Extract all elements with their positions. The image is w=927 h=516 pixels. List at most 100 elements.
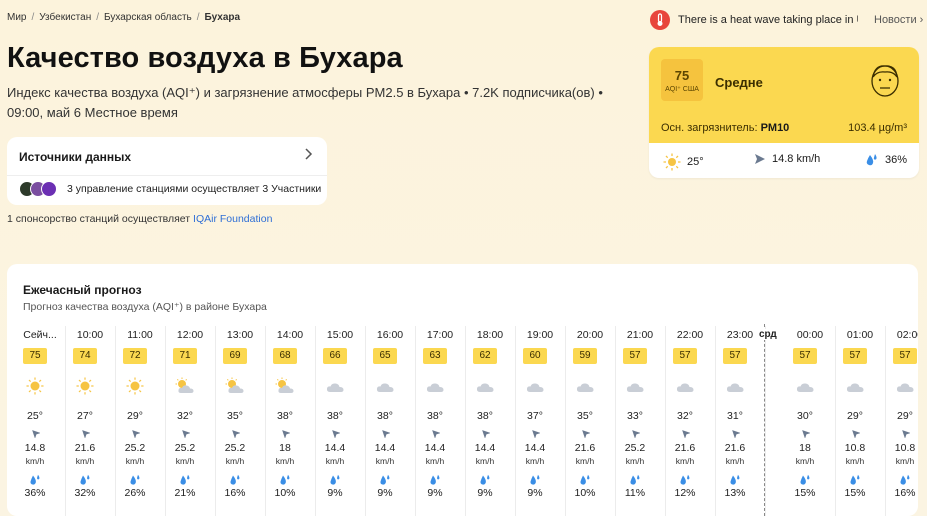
hour-wind-unit: km/h bbox=[175, 456, 195, 466]
thermometer-icon bbox=[650, 10, 670, 30]
hour-wind-unit: km/h bbox=[575, 456, 595, 466]
hour-wind-speed: 18 bbox=[279, 442, 291, 454]
hour-time: 17:00 bbox=[426, 329, 454, 341]
hour-wind-speed: 14.4 bbox=[474, 442, 496, 454]
humidity-icon bbox=[429, 474, 441, 486]
hour-column: 13:00 69 35° 25.2 km/h 16% bbox=[215, 324, 266, 516]
humidity-icon bbox=[529, 474, 541, 486]
wind-direction-icon bbox=[480, 428, 491, 439]
cloud-icon bbox=[474, 377, 496, 395]
aqi-badge: 75 AQI⁺ США bbox=[661, 59, 703, 101]
hour-wind-speed: 10.8 bbox=[894, 442, 916, 454]
hour-aqi-badge: 69 bbox=[223, 348, 247, 364]
hour-wind-unit: km/h bbox=[325, 456, 345, 466]
breadcrumb-item-country[interactable]: Узбекистан bbox=[39, 12, 91, 23]
hour-time: Сейч... bbox=[23, 329, 57, 341]
hour-wind-speed: 21.6 bbox=[574, 442, 596, 454]
hourly-forecast-list[interactable]: Сейч... 75 25° 14.8 km/h 36% 10:00 74 27° 21.6 km/… bbox=[7, 324, 918, 516]
hour-wind-speed: 21.6 bbox=[74, 442, 96, 454]
hour-wind-unit: km/h bbox=[525, 456, 545, 466]
hour-time: 00:00 bbox=[796, 329, 824, 341]
hour-wind-speed: 21.6 bbox=[674, 442, 696, 454]
hour-aqi-badge: 57 bbox=[893, 348, 917, 364]
hour-time: 16:00 bbox=[376, 329, 404, 341]
humidity-icon bbox=[479, 474, 491, 486]
humidity-icon bbox=[849, 474, 861, 486]
hour-wind-unit: km/h bbox=[895, 456, 915, 466]
hour-humidity: 16% bbox=[894, 487, 916, 499]
sponsor-link[interactable]: IQAir Foundation bbox=[193, 213, 272, 225]
hour-aqi-badge: 60 bbox=[523, 348, 547, 364]
cloud-icon bbox=[424, 377, 446, 395]
hour-wind-unit: km/h bbox=[725, 456, 745, 466]
hour-humidity: 26% bbox=[124, 487, 146, 499]
hour-humidity: 32% bbox=[74, 487, 96, 499]
aqi-status: Средне bbox=[715, 75, 763, 90]
hour-temperature: 38° bbox=[277, 410, 293, 422]
hour-wind-unit: km/h bbox=[675, 456, 695, 466]
cloud-icon bbox=[674, 377, 696, 395]
wind-value: 14.8 km/h bbox=[772, 153, 821, 165]
cloud-icon bbox=[894, 377, 916, 395]
data-sources-card[interactable]: Источники данных 3 управление станциями … bbox=[7, 137, 327, 205]
hour-wind-speed: 14.4 bbox=[374, 442, 396, 454]
current-wind: 14.8 km/h bbox=[754, 153, 820, 165]
hour-time: 01:00 bbox=[846, 329, 874, 341]
hour-wind-speed: 14.4 bbox=[424, 442, 446, 454]
current-temperature: 25° bbox=[663, 153, 704, 171]
humidity-icon bbox=[679, 474, 691, 486]
chevron-right-icon: › bbox=[919, 14, 924, 26]
cloud-icon bbox=[624, 377, 646, 395]
aqi-value: 75 bbox=[674, 68, 690, 83]
main-pollutant: Осн. загрязнитель: PM10 bbox=[661, 122, 789, 134]
hour-humidity: 9% bbox=[327, 487, 343, 499]
hour-aqi-badge: 59 bbox=[573, 348, 597, 364]
hour-aqi-badge: 57 bbox=[843, 348, 867, 364]
humidity-icon bbox=[799, 474, 811, 486]
day-divider bbox=[764, 324, 765, 516]
hour-temperature: 27° bbox=[77, 410, 93, 422]
hour-wind-speed: 25.2 bbox=[224, 442, 246, 454]
wind-direction-icon bbox=[900, 428, 911, 439]
hour-humidity: 10% bbox=[274, 487, 296, 499]
breadcrumb-item-region[interactable]: Бухарская область bbox=[104, 12, 192, 23]
hour-aqi-badge: 65 bbox=[373, 348, 397, 364]
hour-humidity: 16% bbox=[224, 487, 246, 499]
breadcrumb: Мир / Узбекистан / Бухарская область / Б… bbox=[7, 12, 240, 23]
current-weather: 25° 14.8 km/h 36% bbox=[649, 144, 919, 178]
wind-direction-icon bbox=[630, 428, 641, 439]
wind-direction-icon bbox=[30, 428, 41, 439]
breadcrumb-separator: / bbox=[196, 12, 200, 23]
hour-wind-speed: 25.2 bbox=[624, 442, 646, 454]
hour-wind-speed: 14.4 bbox=[324, 442, 346, 454]
pollutant-name: PM10 bbox=[760, 122, 790, 134]
humidity-icon bbox=[279, 474, 291, 486]
aqi-summary-card: 75 AQI⁺ США Средне Осн. загрязнитель: PM… bbox=[649, 47, 919, 178]
hour-wind-unit: km/h bbox=[795, 456, 815, 466]
hour-humidity: 9% bbox=[527, 487, 543, 499]
wind-direction-icon bbox=[430, 428, 441, 439]
news-label: Новости bbox=[874, 14, 917, 26]
hour-column: 10:00 74 27° 21.6 km/h 32% bbox=[65, 324, 116, 516]
cloud-icon bbox=[724, 377, 746, 395]
chevron-right-icon bbox=[303, 147, 313, 163]
divider bbox=[7, 175, 327, 176]
sun-icon bbox=[74, 377, 96, 395]
wind-direction-icon bbox=[380, 428, 391, 439]
humidity-icon bbox=[229, 474, 241, 486]
hour-wind-speed: 25.2 bbox=[124, 442, 146, 454]
wind-direction-icon bbox=[800, 428, 811, 439]
news-link[interactable]: Новости › bbox=[874, 14, 923, 26]
alert-banner[interactable]: There is a heat wave taking place in U..… bbox=[650, 10, 923, 30]
alert-text[interactable]: There is a heat wave taking place in U..… bbox=[678, 14, 858, 26]
humidity-icon bbox=[179, 474, 191, 486]
pollutant-label: Осн. загрязнитель: bbox=[661, 122, 761, 134]
hour-aqi-badge: 66 bbox=[323, 348, 347, 364]
sun-icon bbox=[124, 377, 146, 395]
hour-wind-speed: 18 bbox=[799, 442, 811, 454]
breadcrumb-item-world[interactable]: Мир bbox=[7, 12, 26, 23]
hour-wind-unit: km/h bbox=[75, 456, 95, 466]
aqi-header: 75 AQI⁺ США Средне Осн. загрязнитель: PM… bbox=[649, 47, 919, 143]
hour-wind-unit: km/h bbox=[845, 456, 865, 466]
hour-aqi-badge: 57 bbox=[623, 348, 647, 364]
